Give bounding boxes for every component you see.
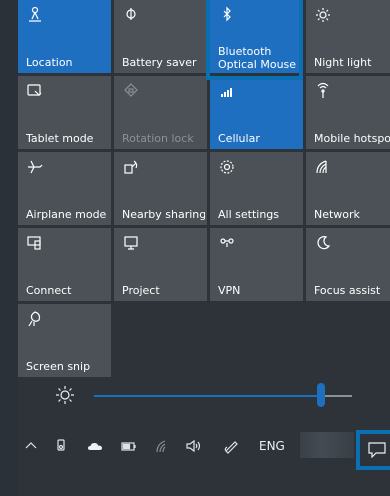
- tile-network[interactable]: Network: [306, 152, 390, 225]
- connect-icon: [26, 234, 44, 252]
- screen-snip-icon: [26, 310, 44, 328]
- tile-project[interactable]: Project: [114, 228, 207, 301]
- tile-label: Cellular: [218, 132, 260, 145]
- tile-tablet-mode[interactable]: Tablet mode: [18, 76, 111, 149]
- battery-icon[interactable]: [120, 438, 138, 454]
- tile-label: Battery saver: [122, 56, 197, 69]
- usb-device-icon[interactable]: [52, 438, 70, 454]
- project-icon: [122, 234, 140, 252]
- gear-icon: [218, 158, 236, 176]
- tile-label: Project: [122, 284, 160, 297]
- tile-label: Connect: [26, 284, 72, 297]
- show-hidden-icons-chevron-icon[interactable]: [22, 438, 40, 454]
- tile-label: Night light: [314, 56, 372, 69]
- tile-label: VPN: [218, 284, 241, 297]
- tile-label: Location: [26, 56, 73, 69]
- brightness-icon: [54, 384, 76, 406]
- location-icon: [26, 6, 44, 24]
- vpn-icon: [218, 234, 236, 252]
- tile-label: All settings: [218, 208, 279, 221]
- volume-icon[interactable]: [184, 438, 202, 454]
- tile-screen-snip[interactable]: Screen snip: [18, 304, 111, 377]
- input-language-indicator[interactable]: ENG: [259, 438, 285, 454]
- pen-icon[interactable]: [222, 438, 240, 454]
- tile-connect[interactable]: Connect: [18, 228, 111, 301]
- tile-all-settings[interactable]: All settings: [210, 152, 303, 225]
- tile-rotation-lock[interactable]: Rotation lock: [114, 76, 207, 149]
- airplane-icon: [26, 158, 44, 176]
- tile-label: Bluetooth Optical Mouse: [218, 45, 301, 71]
- rotation-lock-icon: [122, 82, 140, 100]
- battery-saver-icon: [122, 6, 140, 24]
- tablet-mode-icon: [26, 82, 44, 100]
- action-center-button[interactable]: [356, 430, 390, 470]
- moon-icon: [314, 234, 332, 252]
- brightness-slider-fill: [94, 395, 321, 397]
- notification-icon: [368, 442, 386, 458]
- bluetooth-icon: [218, 6, 236, 24]
- action-center-panel: Location Battery saver Bluetooth Optical…: [18, 0, 390, 496]
- tile-location[interactable]: Location: [18, 0, 111, 73]
- tile-bluetooth[interactable]: Bluetooth Optical Mouse: [210, 0, 303, 73]
- tile-label: Rotation lock: [122, 132, 194, 145]
- tile-focus-assist[interactable]: Focus assist: [306, 228, 390, 301]
- tile-label: Nearby sharing: [122, 208, 205, 221]
- mobile-hotspot-icon: [314, 82, 332, 100]
- tile-nearby-sharing[interactable]: Nearby sharing: [114, 152, 207, 225]
- tile-label: Network: [314, 208, 360, 221]
- tile-label: Screen snip: [26, 360, 91, 373]
- tile-vpn[interactable]: VPN: [210, 228, 303, 301]
- tile-label: Mobile hotspo: [314, 132, 390, 145]
- tile-cellular[interactable]: Cellular: [210, 76, 303, 149]
- tile-label: Airplane mode: [26, 208, 107, 221]
- network-signal-icon[interactable]: [154, 438, 172, 454]
- brightness-slider-thumb[interactable]: [317, 383, 325, 407]
- tile-mobile-hotspot[interactable]: Mobile hotspo: [306, 76, 390, 149]
- tile-night-light[interactable]: Night light: [306, 0, 390, 73]
- blurred-clock-area: [300, 432, 354, 458]
- nearby-sharing-icon: [122, 158, 140, 176]
- tile-label: Focus assist: [314, 284, 381, 297]
- cellular-signal-icon: [218, 82, 236, 100]
- onedrive-cloud-icon[interactable]: [86, 438, 104, 454]
- tile-battery-saver[interactable]: Battery saver: [114, 0, 207, 73]
- brightness-slider[interactable]: [94, 395, 352, 397]
- network-icon: [314, 158, 332, 176]
- bluetooth-device-name: Optical Mouse: [218, 58, 297, 71]
- tile-airplane-mode[interactable]: Airplane mode: [18, 152, 111, 225]
- bluetooth-status-line1: Bluetooth: [218, 45, 272, 58]
- night-light-icon: [314, 6, 332, 24]
- tile-label: Tablet mode: [26, 132, 94, 145]
